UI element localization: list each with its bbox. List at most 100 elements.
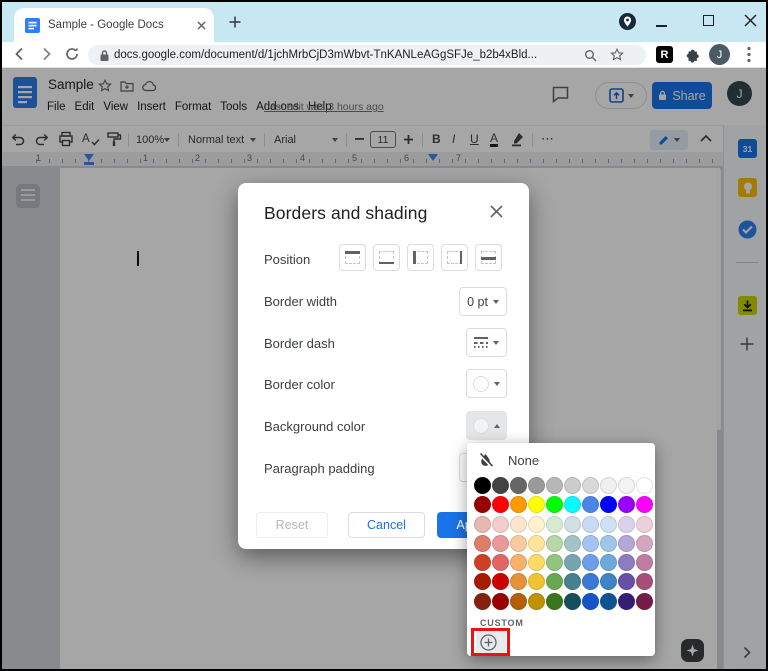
dialog-close-icon[interactable] bbox=[490, 205, 503, 218]
window-minimize-button[interactable] bbox=[656, 25, 667, 27]
color-swatch[interactable] bbox=[546, 496, 563, 513]
color-swatch[interactable] bbox=[492, 554, 509, 571]
url-bar[interactable]: docs.google.com/document/d/1jchMrbCjD3mW… bbox=[88, 45, 646, 65]
color-swatch[interactable] bbox=[546, 593, 563, 610]
color-swatch[interactable] bbox=[618, 573, 635, 590]
color-swatch[interactable] bbox=[636, 593, 653, 610]
browser-menu-icon[interactable] bbox=[747, 46, 751, 63]
color-swatch[interactable] bbox=[474, 573, 491, 590]
color-swatch[interactable] bbox=[492, 516, 509, 533]
color-swatch[interactable] bbox=[492, 593, 509, 610]
extension-r-icon[interactable]: R bbox=[656, 46, 673, 63]
position-between-border-button[interactable] bbox=[475, 244, 502, 271]
color-swatch[interactable] bbox=[636, 554, 653, 571]
color-swatch[interactable] bbox=[564, 496, 581, 513]
color-swatch[interactable] bbox=[492, 573, 509, 590]
color-swatch[interactable] bbox=[582, 516, 599, 533]
color-swatch[interactable] bbox=[528, 593, 545, 610]
color-swatch[interactable] bbox=[600, 554, 617, 571]
color-swatch[interactable] bbox=[492, 535, 509, 552]
color-swatch[interactable] bbox=[474, 477, 491, 494]
color-swatch[interactable] bbox=[564, 535, 581, 552]
color-swatch[interactable] bbox=[492, 496, 509, 513]
color-swatch[interactable] bbox=[546, 554, 563, 571]
color-swatch[interactable] bbox=[510, 496, 527, 513]
color-swatch[interactable] bbox=[510, 593, 527, 610]
border-width-dropdown[interactable]: 0 pt bbox=[459, 287, 507, 316]
color-swatch[interactable] bbox=[510, 516, 527, 533]
color-swatch[interactable] bbox=[564, 554, 581, 571]
bookmark-star-icon[interactable] bbox=[610, 48, 624, 62]
position-top-border-button[interactable] bbox=[339, 244, 366, 271]
color-swatch[interactable] bbox=[528, 573, 545, 590]
color-swatch[interactable] bbox=[510, 573, 527, 590]
color-swatch[interactable] bbox=[636, 573, 653, 590]
color-swatch[interactable] bbox=[474, 593, 491, 610]
tab-close-icon[interactable] bbox=[197, 21, 206, 30]
color-swatch[interactable] bbox=[546, 477, 563, 494]
color-swatch[interactable] bbox=[528, 477, 545, 494]
color-swatch[interactable] bbox=[546, 516, 563, 533]
browser-profile-avatar[interactable]: J bbox=[709, 44, 730, 65]
color-swatch[interactable] bbox=[564, 516, 581, 533]
color-none-option[interactable]: None bbox=[478, 452, 539, 468]
color-swatch[interactable] bbox=[582, 554, 599, 571]
color-swatch[interactable] bbox=[564, 477, 581, 494]
color-swatch[interactable] bbox=[600, 516, 617, 533]
color-swatch[interactable] bbox=[618, 554, 635, 571]
border-dash-dropdown[interactable] bbox=[466, 328, 507, 357]
color-swatch[interactable] bbox=[636, 516, 653, 533]
color-swatch[interactable] bbox=[528, 535, 545, 552]
color-swatch[interactable] bbox=[582, 593, 599, 610]
back-icon[interactable] bbox=[12, 46, 28, 62]
color-swatch[interactable] bbox=[510, 535, 527, 552]
color-swatch[interactable] bbox=[546, 535, 563, 552]
color-swatch[interactable] bbox=[618, 477, 635, 494]
color-swatch[interactable] bbox=[600, 496, 617, 513]
color-swatch[interactable] bbox=[636, 496, 653, 513]
color-swatch[interactable] bbox=[474, 535, 491, 552]
color-swatch[interactable] bbox=[636, 477, 653, 494]
browser-tab[interactable]: Sample - Google Docs bbox=[14, 8, 214, 42]
color-swatch[interactable] bbox=[600, 477, 617, 494]
new-tab-button[interactable] bbox=[229, 16, 241, 28]
color-swatch[interactable] bbox=[510, 554, 527, 571]
color-swatch[interactable] bbox=[546, 573, 563, 590]
color-swatch[interactable] bbox=[600, 535, 617, 552]
background-color-dropdown[interactable] bbox=[466, 411, 507, 440]
color-swatch[interactable] bbox=[618, 516, 635, 533]
color-swatch[interactable] bbox=[528, 496, 545, 513]
reset-button[interactable]: Reset bbox=[256, 512, 328, 538]
cancel-button[interactable]: Cancel bbox=[348, 512, 425, 538]
color-swatch[interactable] bbox=[528, 516, 545, 533]
color-swatch[interactable] bbox=[474, 516, 491, 533]
color-swatch[interactable] bbox=[564, 593, 581, 610]
color-swatch[interactable] bbox=[582, 535, 599, 552]
color-swatch[interactable] bbox=[582, 496, 599, 513]
window-close-button[interactable] bbox=[744, 14, 757, 27]
extensions-puzzle-icon[interactable] bbox=[684, 47, 700, 63]
zoom-level-icon[interactable] bbox=[584, 49, 597, 62]
window-maximize-button[interactable] bbox=[703, 15, 714, 26]
color-swatch[interactable] bbox=[474, 554, 491, 571]
color-swatch[interactable] bbox=[492, 477, 509, 494]
color-swatch[interactable] bbox=[510, 477, 527, 494]
color-swatch[interactable] bbox=[528, 554, 545, 571]
forward-icon[interactable] bbox=[38, 46, 54, 62]
browser-status-icon[interactable] bbox=[619, 13, 636, 30]
position-left-border-button[interactable] bbox=[407, 244, 434, 271]
border-color-dropdown[interactable] bbox=[466, 369, 507, 398]
color-swatch[interactable] bbox=[618, 496, 635, 513]
color-swatch[interactable] bbox=[582, 477, 599, 494]
position-bottom-border-button[interactable] bbox=[373, 244, 400, 271]
color-swatch[interactable] bbox=[582, 573, 599, 590]
color-swatch[interactable] bbox=[600, 593, 617, 610]
color-swatch[interactable] bbox=[636, 535, 653, 552]
color-swatch[interactable] bbox=[474, 496, 491, 513]
reload-icon[interactable] bbox=[64, 46, 80, 62]
color-swatch[interactable] bbox=[618, 593, 635, 610]
position-right-border-button[interactable] bbox=[441, 244, 468, 271]
color-swatch[interactable] bbox=[564, 573, 581, 590]
color-swatch[interactable] bbox=[618, 535, 635, 552]
color-swatch[interactable] bbox=[600, 573, 617, 590]
